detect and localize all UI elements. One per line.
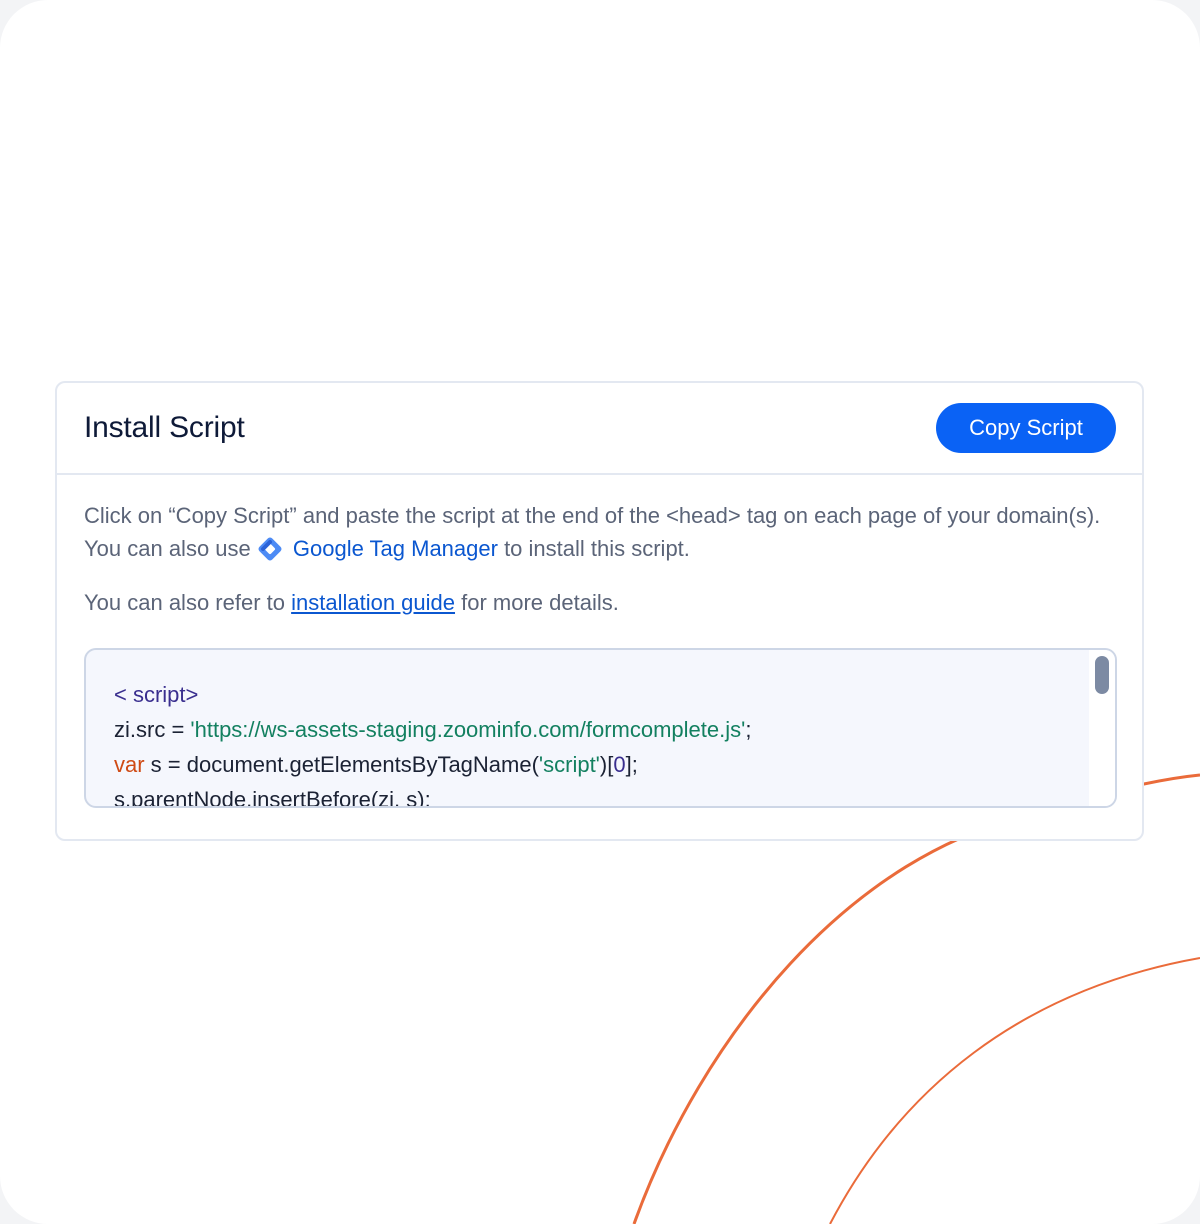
code-line-2: zi.src = 'https://ws-assets-staging.zoom…: [114, 712, 1115, 747]
code-line-1: < script>: [114, 677, 1115, 712]
code-keyword: var: [114, 752, 145, 777]
inner-arc: [829, 957, 1200, 1224]
outer-arc: [632, 773, 1200, 1224]
code-scrollbar[interactable]: [1089, 650, 1115, 806]
code-text: zi.src =: [114, 717, 191, 742]
code-string: 'https://ws-assets-staging.zoominfo.com/…: [190, 717, 746, 742]
guide-note: You can also refer to installation guide…: [84, 586, 1115, 619]
code-line-4: s.parentNode.insertBefore(zi, s);: [114, 782, 1115, 808]
google-tag-manager-link[interactable]: Google Tag Manager: [257, 536, 498, 561]
code-text: ];: [625, 752, 638, 777]
code-line-3: var s = document.getElementsByTagName('s…: [114, 747, 1115, 782]
card-body: Click on “Copy Script” and paste the scr…: [57, 475, 1142, 808]
install-instructions: Click on “Copy Script” and paste the scr…: [84, 499, 1115, 565]
code-text: s = document.getElementsByTagName(: [144, 752, 539, 777]
code-scrollbar-thumb[interactable]: [1095, 656, 1109, 694]
code-text: ;: [745, 717, 752, 742]
installation-guide-link[interactable]: installation guide: [291, 590, 455, 615]
code-number: 0: [613, 752, 626, 777]
instructions-text-end: to install this script.: [497, 536, 690, 561]
copy-script-button[interactable]: Copy Script: [936, 403, 1116, 453]
card-title: Install Script: [84, 411, 245, 444]
code-string: 'script': [538, 752, 600, 777]
code-script-tag: < script>: [114, 682, 199, 707]
google-tag-manager-icon: [257, 536, 283, 562]
guide-text-end: for more details.: [455, 590, 619, 615]
google-tag-manager-label: Google Tag Manager: [292, 536, 498, 561]
guide-text: You can also refer to: [84, 590, 292, 615]
script-code-box[interactable]: < script> zi.src = 'https://ws-assets-sta…: [84, 648, 1117, 808]
code-text: s.parentNode.insertBefore(zi, s);: [114, 787, 431, 808]
card-header: Install Script Copy Script: [57, 383, 1142, 475]
code-text: )[: [599, 752, 614, 777]
install-script-card: Install Script Copy Script Click on “Cop…: [55, 381, 1144, 841]
script-code: < script> zi.src = 'https://ws-assets-sta…: [86, 650, 1115, 808]
page-frame: Install Script Copy Script Click on “Cop…: [0, 0, 1200, 1224]
